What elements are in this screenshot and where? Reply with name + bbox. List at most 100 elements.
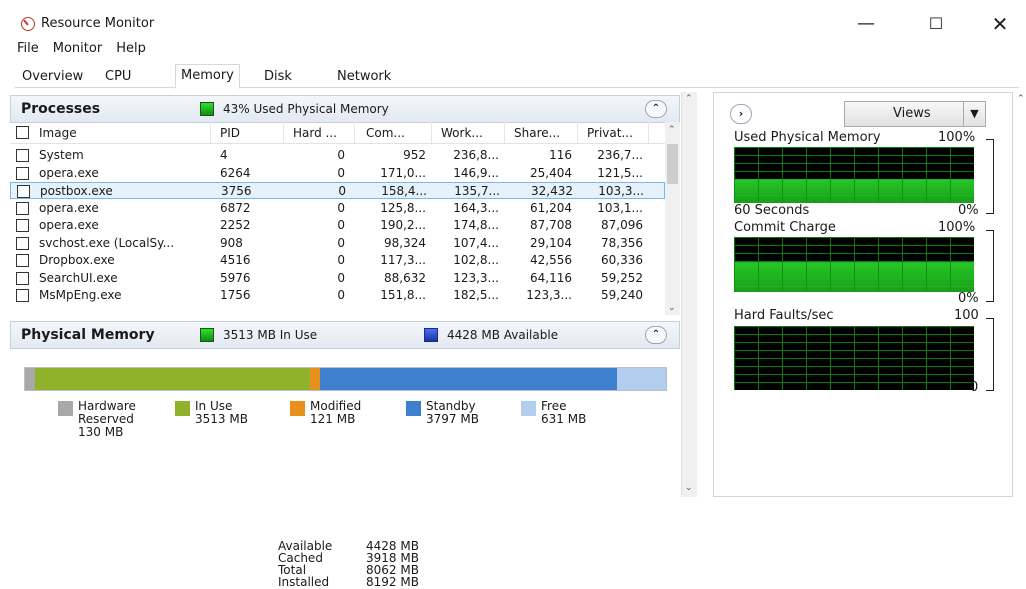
processes-scroll-thumb[interactable] [667,144,678,184]
row-checkbox[interactable] [16,149,29,162]
minimize-button[interactable]: — [846,10,886,38]
legend-label: Standby 3797 MB [426,400,479,426]
physical-memory-collapse-button[interactable]: ⌃ [645,326,667,344]
graph-2-min: 0% [958,291,979,306]
col-shareable[interactable]: Share... [506,122,578,143]
col-image[interactable]: Image [35,122,211,143]
cell-private: 103,3... [598,184,644,198]
cell-pid: 4516 [220,253,251,267]
col-commit[interactable]: Com... [356,122,432,143]
table-row[interactable]: Dropbox.exe 4516 0 117,3... 102,8... 42,556 60… [10,252,665,269]
row-checkbox[interactable] [16,254,29,267]
left-pane-scrollbar[interactable]: ⌃ ⌄ [681,92,697,497]
title-bar: Resource Monitor — ☐ ✕ [0,0,1026,40]
graphs-pane: › Views ▼ Used Physical Memory 100% 60 S… [713,92,1013,497]
table-row[interactable]: svchost.exe (LocalSy... 908 0 98,324 107,4..… [10,235,665,252]
table-row[interactable]: SearchUI.exe 5976 0 88,632 123,3... 64,116 59,… [10,270,665,287]
table-row[interactable]: postbox.exe 3756 0 158,4... 135,7... 32,432 10… [10,182,665,199]
cell-hard-faults: 0 [337,148,345,162]
processes-collapse-button[interactable]: ⌃ [645,100,667,118]
close-button[interactable]: ✕ [980,10,1020,38]
legend-swatch [290,401,305,416]
pane-scroll-down-icon[interactable]: ⌄ [685,483,693,493]
table-row[interactable]: opera.exe 6264 0 171,0... 146,9... 25,404 121,… [10,165,665,182]
select-all-checkbox[interactable] [16,126,29,139]
scroll-up-icon[interactable]: ⌃ [668,125,676,135]
cell-private: 78,356 [601,235,643,250]
row-checkbox[interactable] [16,201,29,215]
row-checkbox[interactable] [17,185,30,198]
col-private[interactable]: Privat... [579,122,649,143]
tab-memory[interactable]: Memory [175,64,240,89]
memory-bar-segment [616,368,666,390]
cell-commit: 952 [403,148,426,162]
graphs-toolbar: › Views ▼ [722,101,994,127]
scroll-down-icon[interactable]: ⌄ [668,303,676,313]
views-button[interactable]: Views ▼ [844,101,986,127]
cell-pid: 908 [220,235,243,250]
graph-2-title: Commit Charge [734,220,836,235]
graphs-scroll-up-icon[interactable]: ⌃ [1017,94,1025,104]
memory-bar-segment [310,368,320,390]
menu-help[interactable]: Help [116,41,146,61]
chevron-down-icon[interactable]: ▼ [963,102,985,126]
processes-table: Image PID Hard ... Com... Work... Share.… [10,122,680,315]
stats-value: 8192 MB [366,575,419,589]
pane-scroll-up-icon[interactable]: ⌃ [685,94,693,104]
processes-title: Processes [21,101,101,117]
graph-2-fill [734,261,974,292]
cell-hard-faults: 0 [337,165,345,180]
processes-header[interactable]: Processes 43% Used Physical Memory ⌃ [10,95,680,123]
cell-private: 59,240 [601,288,643,302]
cell-working-set: 146,9... [453,165,499,180]
used-physical-memory-graph [734,147,974,203]
table-row[interactable]: System 4 0 952 236,8... 116 236,7... [10,147,665,164]
col-working-set[interactable]: Work... [433,122,505,143]
tab-cpu[interactable]: CPU [100,67,136,88]
row-checkbox[interactable] [16,289,29,302]
row-checkbox[interactable] [16,236,29,250]
cell-private: 103,1... [597,200,643,215]
resource-monitor-icon [21,17,35,31]
expand-pane-button[interactable]: › [730,104,752,124]
maximize-button[interactable]: ☐ [916,10,956,38]
cell-hard-faults: 0 [337,288,345,302]
table-row[interactable]: MsMpEng.exe 1756 0 151,8... 182,5... 123,3...… [10,287,665,304]
col-hard-faults[interactable]: Hard ... [285,122,355,143]
graph-1-time: 60 Seconds [734,203,810,218]
row-checkbox[interactable] [16,271,29,285]
tab-disk[interactable]: Disk [259,67,297,88]
memory-stats: Available 4428 MB Cached 3918 MB Total 8062 M… [278,540,419,588]
stats-label: Available [278,539,333,553]
cell-pid: 6264 [220,165,251,180]
tab-network[interactable]: Network [332,67,396,88]
cell-pid: 6872 [220,200,251,215]
stats-row: Available 4428 MB [278,540,419,552]
stats-label: Installed [278,575,330,589]
graph-1-title: Used Physical Memory [734,130,881,145]
stats-row: Cached 3918 MB [278,552,419,564]
legend-label: Free 631 MB [541,400,586,426]
legend-swatch [175,401,190,416]
graph-2-max: 100% [938,220,976,235]
row-checkbox[interactable] [16,166,29,180]
stats-label: Cached [278,551,323,565]
graphs-scrollbar[interactable]: ⌃ [1014,92,1026,497]
physical-memory-header[interactable]: Physical Memory 3513 MB In Use 4428 MB A… [10,321,680,349]
graph-3-title: Hard Faults/sec [734,308,834,323]
row-checkbox[interactable] [16,219,29,232]
cell-image: Dropbox.exe [39,253,115,267]
cell-commit: 125,8... [380,200,426,215]
col-pid[interactable]: PID [212,122,284,143]
table-row[interactable]: opera.exe 2252 0 190,2... 174,8... 87,708 87,0… [10,217,665,234]
graph-3-max: 100 [954,308,979,323]
cell-image: System [39,148,84,162]
tab-overview[interactable]: Overview [17,67,88,88]
stats-value: 8062 MB [366,563,419,577]
menu-file[interactable]: File [17,41,39,61]
table-row[interactable]: opera.exe 6872 0 125,8... 164,3... 61,204 103,… [10,200,665,217]
cell-image: opera.exe [39,165,99,180]
menu-monitor[interactable]: Monitor [53,41,102,61]
cell-image: opera.exe [39,218,99,232]
processes-scrollbar[interactable]: ⌃ ⌄ [665,122,680,315]
